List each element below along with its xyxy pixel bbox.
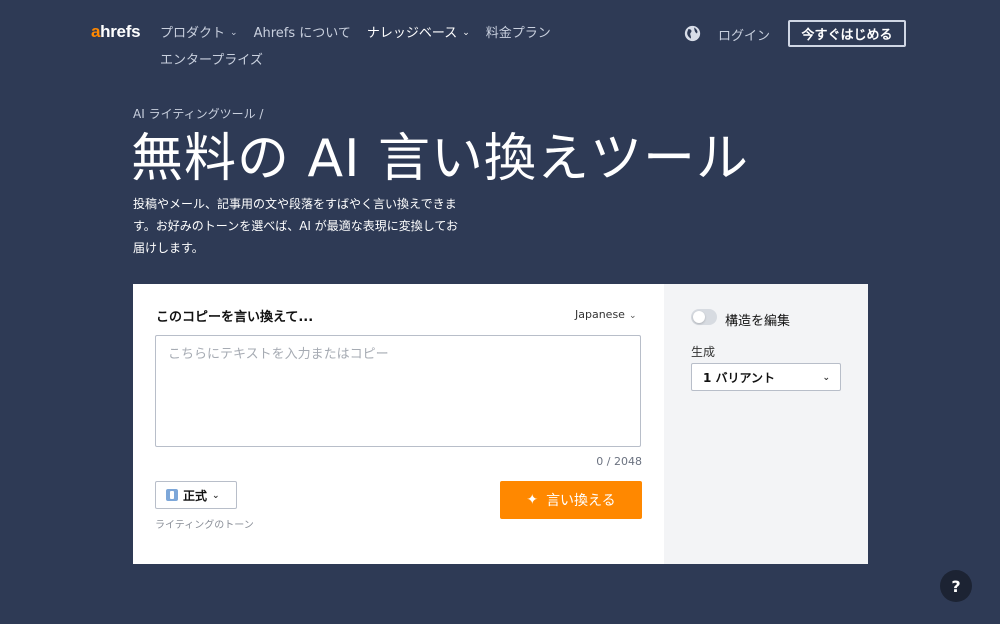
chevron-down-icon: ⌄ bbox=[212, 491, 220, 501]
nav-item-enterprise[interactable]: エンタープライズ bbox=[160, 49, 263, 68]
edit-structure-toggle[interactable] bbox=[691, 309, 717, 325]
help-button[interactable]: ? bbox=[940, 570, 972, 602]
main-nav: プロダクト ⌄ Ahrefs について ナレッジベース ⌄ 料金プラン エンター… bbox=[160, 22, 600, 68]
tone-label: ライティングのトーン bbox=[155, 520, 254, 531]
tone-value: 正式 bbox=[183, 488, 208, 503]
tone-select[interactable]: 正式 ⌄ bbox=[155, 481, 237, 509]
building-icon bbox=[166, 489, 178, 501]
nav-item-label: プロダクト bbox=[160, 26, 226, 41]
nav-item-about[interactable]: Ahrefs について bbox=[254, 22, 351, 41]
tool-title: このコピーを言い換えて... bbox=[156, 310, 314, 325]
nav-item-label: エンタープライズ bbox=[160, 53, 263, 68]
paraphrase-tool-card: このコピーを言い換えて... Japanese ⌄ 0 / 2048 正式 ⌄ … bbox=[133, 284, 868, 564]
login-link[interactable]: ログイン bbox=[718, 25, 770, 44]
sparkle-icon: ✦ bbox=[526, 492, 539, 508]
rewrite-button[interactable]: ✦ 言い換える bbox=[500, 481, 642, 519]
input-panel: このコピーを言い換えて... Japanese ⌄ 0 / 2048 正式 ⌄ … bbox=[133, 284, 664, 564]
generate-label: 生成 bbox=[691, 345, 716, 359]
nav-item-products[interactable]: プロダクト ⌄ bbox=[160, 22, 238, 41]
nav-item-pricing[interactable]: 料金プラン bbox=[486, 22, 551, 41]
variant-value: 1 バリアント bbox=[703, 370, 776, 385]
chevron-down-icon: ⌄ bbox=[230, 27, 238, 38]
chevron-down-icon: ⌄ bbox=[462, 27, 470, 38]
options-panel: 構造を編集 生成 1 バリアント ⌄ bbox=[664, 284, 868, 564]
page-title: 無料の AI 言い換えツール bbox=[131, 129, 749, 189]
edit-structure-label: 構造を編集 bbox=[725, 314, 791, 329]
globe-icon[interactable] bbox=[684, 25, 701, 42]
variant-select[interactable]: 1 バリアント ⌄ bbox=[691, 363, 841, 391]
nav-item-label: ナレッジベース bbox=[366, 26, 458, 41]
chevron-down-icon: ⌄ bbox=[628, 310, 637, 321]
character-counter: 0 / 2048 bbox=[596, 455, 642, 468]
rewrite-button-label: 言い換える bbox=[546, 493, 616, 509]
language-select[interactable]: Japanese ⌄ bbox=[575, 308, 637, 321]
nav-item-label: 料金プラン bbox=[485, 26, 551, 41]
chevron-down-icon: ⌄ bbox=[822, 373, 830, 383]
language-value: Japanese bbox=[575, 308, 625, 321]
ahrefs-logo[interactable]: ahrefs bbox=[91, 22, 141, 42]
nav-item-label: Ahrefs について bbox=[253, 26, 351, 41]
page-description: 投稿やメール、記事用の文や段落をすばやく言い換えできます。お好みのトーンを選べば… bbox=[133, 197, 459, 255]
nav-item-knowledge-base[interactable]: ナレッジベース ⌄ bbox=[367, 22, 470, 41]
get-started-button[interactable]: 今すぐはじめる bbox=[788, 20, 906, 47]
text-input[interactable] bbox=[155, 335, 641, 447]
